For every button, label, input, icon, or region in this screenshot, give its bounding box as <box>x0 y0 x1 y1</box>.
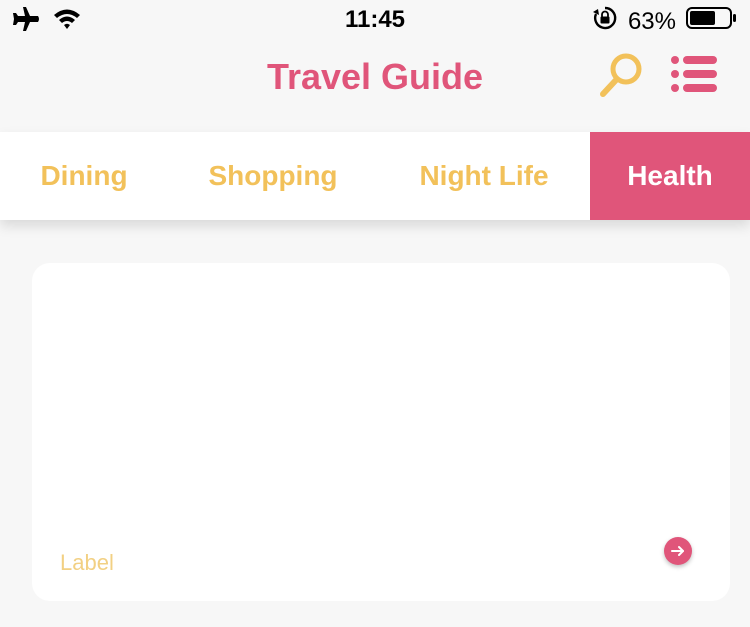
tab-health[interactable]: Health <box>590 132 750 220</box>
search-icon[interactable] <box>598 52 646 105</box>
content-card[interactable]: Label <box>32 263 730 601</box>
app-header: Travel Guide <box>0 40 750 132</box>
orientation-lock-icon <box>592 5 618 38</box>
tab-night-life[interactable]: Night Life <box>378 132 590 220</box>
arrow-right-icon[interactable] <box>664 537 692 565</box>
menu-list-icon[interactable] <box>670 54 720 101</box>
status-right: 63% <box>592 5 738 38</box>
tab-dining[interactable]: Dining <box>0 132 168 220</box>
battery-percent: 63% <box>627 7 676 35</box>
battery-icon <box>686 6 738 37</box>
tab-shopping[interactable]: Shopping <box>168 132 378 220</box>
status-bar: 11:45 63% <box>0 0 750 40</box>
category-tabs: Dining Shopping Night Life Health <box>0 132 750 220</box>
card-label: Label <box>60 550 114 575</box>
